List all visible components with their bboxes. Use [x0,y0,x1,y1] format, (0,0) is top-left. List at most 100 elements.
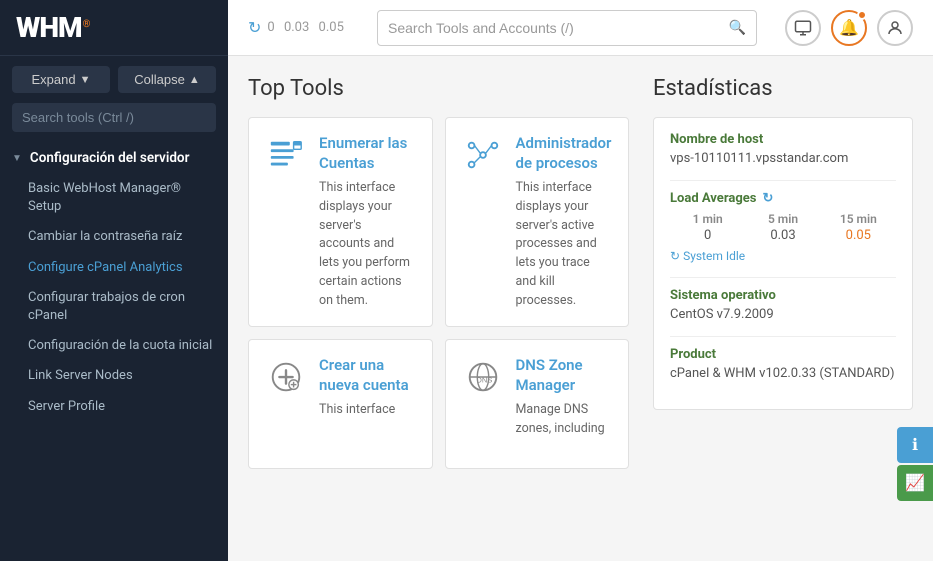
search-button[interactable]: 🔍 [729,19,746,36]
topbar: ↻ 0 0.03 0.05 🔍 🔔 [228,0,933,56]
sidebar-nav: ▼ Configuración del servidor Basic WebHo… [0,142,228,561]
tool-card-crear-cuenta[interactable]: Crear una nueva cuenta This interface [248,339,433,469]
logo-registered: ® [83,19,90,30]
product-group: Product cPanel & WHM v102.0.33 (STANDARD… [670,347,896,381]
info-icon: ℹ [912,435,918,455]
load-5min-col: 5 min 0.03 [745,212,820,243]
search-input[interactable] [388,20,729,36]
sidebar-item-basic-webhost[interactable]: Basic WebHost Manager® Setup [0,174,228,222]
tool-card-dns[interactable]: DNS DNS Zone Manager Manage DNS zones, i… [445,339,630,469]
bell-icon-button[interactable]: 🔔 [831,10,867,46]
load-15min-label: 15 min [821,212,896,226]
system-idle-label: System Idle [683,249,745,263]
tool-icon-procesos-wrap [462,134,504,176]
process-icon [464,136,502,174]
hostname-label: Nombre de host [670,132,896,147]
stats-title: Estadísticas [653,76,913,101]
tool-info-crear: Crear una nueva cuenta This interface [319,356,416,452]
collapse-icon: ▲ [189,74,200,86]
floating-info-button[interactable]: ℹ [897,427,933,463]
notification-dot [857,10,867,20]
dns-icon: DNS [464,358,502,396]
floating-chart-button[interactable]: 📈 [897,465,933,501]
sidebar-item-cambiar-contrasena[interactable]: Cambiar la contraseña raíz [0,222,228,252]
tool-name-procesos: Administrador de procesos [516,134,613,173]
load5: 0.03 [284,20,309,35]
stat-divider-3 [670,336,896,337]
monitor-icon [794,19,812,37]
sidebar-item-server-profile[interactable]: Server Profile [0,392,228,422]
expand-icon: ▼ [80,74,91,86]
tool-info-procesos: Administrador de procesos This interface… [516,134,613,310]
tools-grid: Enumerar las Cuentas This interface disp… [248,117,629,469]
tool-info-enumerar: Enumerar las Cuentas This interface disp… [319,134,416,310]
tool-card-procesos[interactable]: Administrador de procesos This interface… [445,117,630,327]
hostname-value: vps-10110111.vpsstandar.com [670,151,896,166]
topbar-icons: 🔔 [785,10,913,46]
load-15min-col: 15 min 0.05 [821,212,896,243]
hostname-group: Nombre de host vps-10110111.vpsstandar.c… [670,132,896,166]
sidebar-section-chevron: ▼ [12,153,22,164]
sidebar-item-link-server-nodes[interactable]: Link Server Nodes [0,361,228,391]
logo-area: WHM® [0,0,228,56]
load-5min-val: 0.03 [745,228,820,243]
main-content: ↻ 0 0.03 0.05 🔍 🔔 [228,0,933,561]
load-1min-col: 1 min 0 [670,212,745,243]
tools-section: Top Tools Enu [248,76,629,541]
os-value: CentOS v7.9.2009 [670,307,896,322]
product-value: cPanel & WHM v102.0.33 (STANDARD) [670,366,896,381]
tool-name-dns: DNS Zone Manager [516,356,613,395]
stat-divider-2 [670,277,896,278]
tool-info-dns: DNS Zone Manager Manage DNS zones, inclu… [516,356,613,452]
os-group: Sistema operativo CentOS v7.9.2009 [670,288,896,322]
collapse-button[interactable]: Collapse ▲ [118,66,216,93]
svg-text:DNS: DNS [476,376,492,385]
sidebar-search-input[interactable] [12,103,216,132]
chart-icon: 📈 [905,473,925,493]
list-icon [267,136,305,174]
sidebar-btn-row: Expand ▼ Collapse ▲ [0,56,228,103]
sidebar-section-label: Configuración del servidor [30,150,190,166]
sidebar-section-configuracion[interactable]: ▼ Configuración del servidor [0,142,228,174]
topbar-search-box[interactable]: 🔍 [377,10,757,46]
tool-name-crear: Crear una nueva cuenta [319,356,416,395]
load-1min-label: 1 min [670,212,745,226]
tool-name-enumerar: Enumerar las Cuentas [319,134,416,173]
tools-title: Top Tools [248,76,629,101]
os-label: Sistema operativo [670,288,896,303]
system-idle-icon: ↻ [670,249,680,263]
bell-icon: 🔔 [839,18,859,38]
tool-card-enumerar[interactable]: Enumerar las Cuentas This interface disp… [248,117,433,327]
screen-icon-button[interactable] [785,10,821,46]
load-numbers: 0 0.03 0.05 [267,20,350,35]
stat-divider-1 [670,180,896,181]
system-idle: ↻ System Idle [670,249,896,263]
add-account-icon [267,358,305,396]
tool-icon-crear-wrap [265,356,307,398]
tool-icon-dns-wrap: DNS [462,356,504,398]
tool-desc-crear: This interface [319,401,416,420]
load-15min-val: 0.05 [821,228,896,243]
load-cols: 1 min 0 5 min 0.03 15 min 0.05 [670,212,896,243]
sidebar-item-configurar-cron[interactable]: Configurar trabajos de cron cPanel [0,283,228,331]
load-avg-group: Load Averages ↻ 1 min 0 5 min 0.03 [670,191,896,263]
load15: 0.05 [319,20,344,35]
load-5min-label: 5 min [745,212,820,226]
tool-desc-dns: Manage DNS zones, including [516,401,613,439]
logo: WHM® [16,11,89,44]
load-refresh-icon[interactable]: ↻ [762,191,773,206]
sidebar-item-configure-cpanel[interactable]: Configure cPanel Analytics [0,253,228,283]
tool-desc-enumerar: This interface displays your server's ac… [319,179,416,310]
expand-label: Expand [32,72,76,87]
refresh-icon[interactable]: ↻ [248,18,261,37]
expand-button[interactable]: Expand ▼ [12,66,110,93]
stats-section: Estadísticas Nombre de host vps-10110111… [653,76,913,541]
sidebar: WHM® Expand ▼ Collapse ▲ ▼ Configuración… [0,0,228,561]
load-avg-label: Load Averages [670,191,756,206]
user-icon-button[interactable] [877,10,913,46]
sidebar-item-cuota-inicial[interactable]: Configuración de la cuota inicial [0,331,228,361]
tool-icon-enumerar-wrap [265,134,307,176]
load-1min-val: 0 [670,228,745,243]
product-label: Product [670,347,896,362]
tool-desc-procesos: This interface displays your server's ac… [516,179,613,310]
